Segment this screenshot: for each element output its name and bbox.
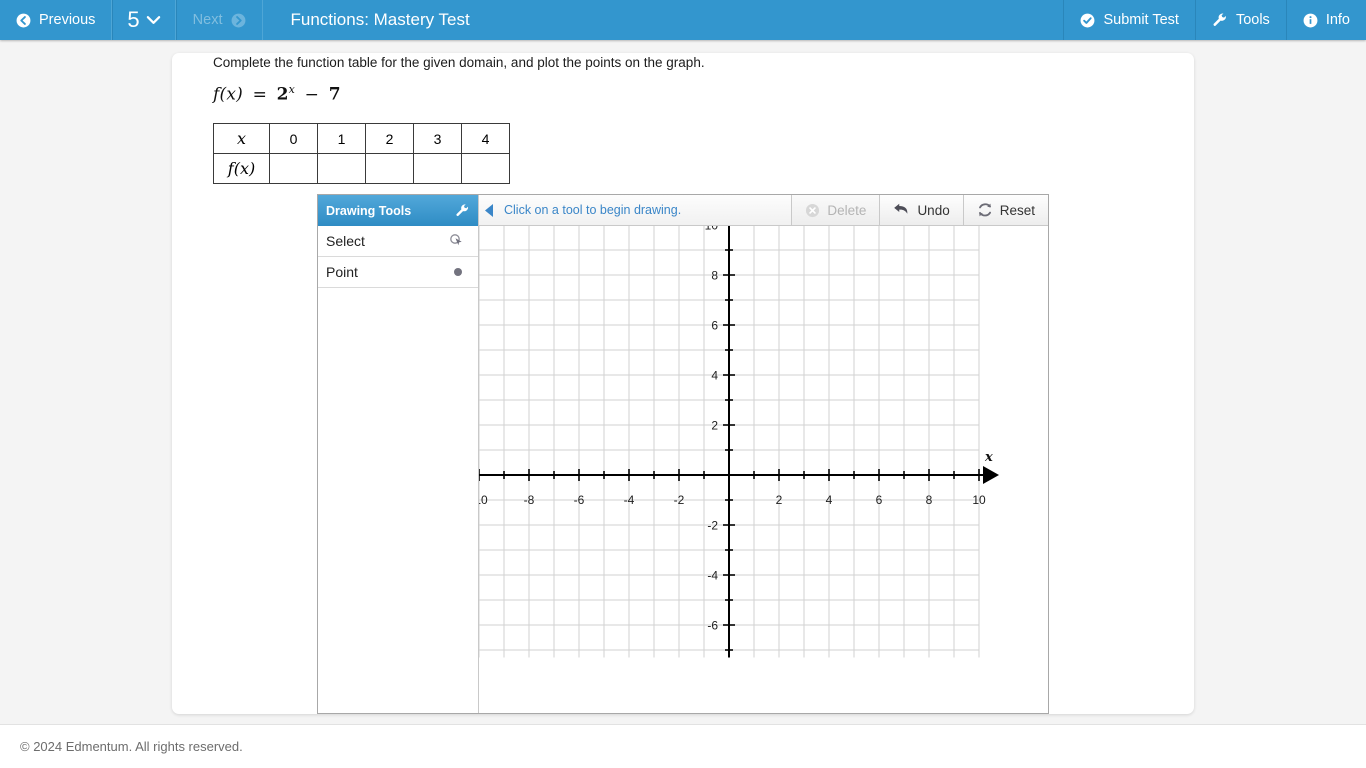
equation-left-side: f(x) [213, 84, 243, 105]
info-label: Info [1325, 12, 1350, 28]
arrow-left-circle-icon [16, 13, 31, 28]
wrench-icon [1212, 12, 1228, 28]
y-tick-label: 8 [711, 269, 718, 283]
tool-item-point-label: Point [326, 264, 358, 280]
table-row-fx: f(x) [213, 153, 510, 184]
drawing-status-bar: Click on a tool to begin drawing. Delete… [479, 195, 1048, 226]
table-cell-fx-1[interactable] [317, 153, 366, 184]
table-cell-fx-3[interactable] [413, 153, 462, 184]
tools-label: Tools [1235, 12, 1270, 28]
check-circle-icon [1080, 13, 1095, 28]
submit-test-button[interactable]: Submit Test [1063, 0, 1195, 40]
delete-button[interactable]: Delete [791, 195, 880, 225]
table-row-x: x 0 1 2 3 4 [213, 123, 510, 154]
top-bar-actions: Submit Test Tools Info [1063, 0, 1366, 40]
y-tick-label: -6 [707, 619, 718, 633]
graph-canvas-column: Click on a tool to begin drawing. Delete… [479, 195, 1048, 713]
x-tick-label: -10 [479, 493, 488, 507]
coordinate-plane-svg[interactable]: -10-8-6-4-2246810108642-2-4-6 x y [479, 226, 1048, 713]
tools-button[interactable]: Tools [1194, 0, 1286, 40]
y-tick-label: 2 [711, 419, 718, 433]
x-tick-label: 8 [926, 493, 933, 507]
previous-label: Previous [39, 12, 96, 28]
reset-label: Reset [999, 202, 1035, 218]
tool-item-select[interactable]: Select [318, 226, 478, 257]
copyright-text: © 2024 Edmentum. All rights reserved. [20, 739, 243, 754]
page-title: Functions: Mastery Test [290, 10, 470, 29]
delete-circle-icon [805, 203, 820, 218]
x-tick-label: 4 [826, 493, 833, 507]
table-cell-fx-0[interactable] [269, 153, 318, 184]
reset-refresh-icon [977, 202, 993, 218]
table-header-x: x [213, 123, 270, 154]
tool-item-select-label: Select [326, 233, 365, 249]
info-circle-icon [1303, 13, 1318, 28]
point-dot-icon [451, 265, 465, 279]
table-cell-x-3: 3 [413, 123, 462, 154]
y-tick-label: -4 [707, 569, 718, 583]
table-cell-fx-4[interactable] [461, 153, 510, 184]
drawing-tools-panel: Drawing Tools Select Point [318, 195, 479, 713]
equation-minus-sign: − [304, 84, 320, 105]
table-header-fx: f(x) [213, 153, 270, 184]
table-cell-x-0: 0 [269, 123, 318, 154]
x-tick-label: -4 [624, 493, 635, 507]
table-cell-x-1: 1 [317, 123, 366, 154]
submit-test-label: Submit Test [1103, 12, 1179, 28]
equation-base: 2 [276, 84, 289, 105]
arrow-right-circle-icon [231, 13, 246, 28]
page-number-dropdown[interactable]: 5 [112, 0, 176, 40]
drawing-tools-header[interactable]: Drawing Tools [318, 195, 478, 226]
reset-button[interactable]: Reset [962, 195, 1048, 225]
collapse-left-icon[interactable] [479, 195, 499, 225]
question-card: Complete the function table for the give… [172, 53, 1194, 714]
y-tick-label: 4 [711, 369, 718, 383]
next-button[interactable]: Next [175, 0, 263, 40]
x-tick-label: -8 [524, 493, 535, 507]
info-button[interactable]: Info [1285, 0, 1366, 40]
function-table: x 0 1 2 3 4 f(x) [213, 123, 510, 184]
coordinate-plane[interactable]: -10-8-6-4-2246810108642-2-4-6 x y [479, 226, 1048, 713]
drawing-status-message: Click on a tool to begin drawing. [504, 203, 682, 217]
x-axis-arrow-right [983, 466, 999, 484]
drawing-tools-title: Drawing Tools [326, 203, 412, 218]
x-tick-label: -2 [674, 493, 685, 507]
table-cell-fx-2[interactable] [365, 153, 414, 184]
chevron-down-icon [146, 15, 161, 25]
undo-button[interactable]: Undo [879, 195, 963, 225]
page-footer: © 2024 Edmentum. All rights reserved. [0, 724, 1366, 768]
undo-arrow-icon [893, 203, 910, 218]
table-cell-x-4: 4 [461, 123, 510, 154]
function-equation: f(x) = 2x − 7 [213, 83, 341, 105]
x-tick-label: 10 [972, 493, 986, 507]
equation-constant: 7 [328, 84, 341, 105]
table-cell-x-2: 2 [365, 123, 414, 154]
next-label: Next [192, 12, 223, 28]
axis-tick-labels: -10 -8 -6 -4 -2 2 4 6 8 10 10 8 6 4 2 -2 -4 -6 [479, 226, 986, 633]
x-axis-label: x [984, 450, 993, 465]
wrench-icon [455, 203, 470, 218]
axes [479, 226, 999, 658]
question-prompt: Complete the function table for the give… [213, 55, 705, 70]
undo-label: Undo [917, 202, 950, 218]
delete-label: Delete [827, 202, 867, 218]
top-navigation-bar: Previous 5 Next Functions: Mastery Test … [0, 0, 1366, 40]
y-tick-label: 6 [711, 319, 718, 333]
x-tick-label: 6 [876, 493, 883, 507]
tool-item-point[interactable]: Point [318, 257, 478, 288]
x-tick-label: 2 [776, 493, 783, 507]
equation-equals-sign: = [252, 84, 268, 105]
equation-exponent: x [288, 83, 296, 96]
previous-button[interactable]: Previous [0, 0, 113, 40]
y-tick-label: -2 [707, 519, 718, 533]
drawing-widget: Drawing Tools Select Point Click on a to… [317, 194, 1049, 714]
y-tick-label: 10 [705, 226, 719, 233]
cursor-select-icon [449, 233, 465, 249]
x-tick-label: -6 [574, 493, 585, 507]
page-number-value: 5 [127, 7, 140, 32]
